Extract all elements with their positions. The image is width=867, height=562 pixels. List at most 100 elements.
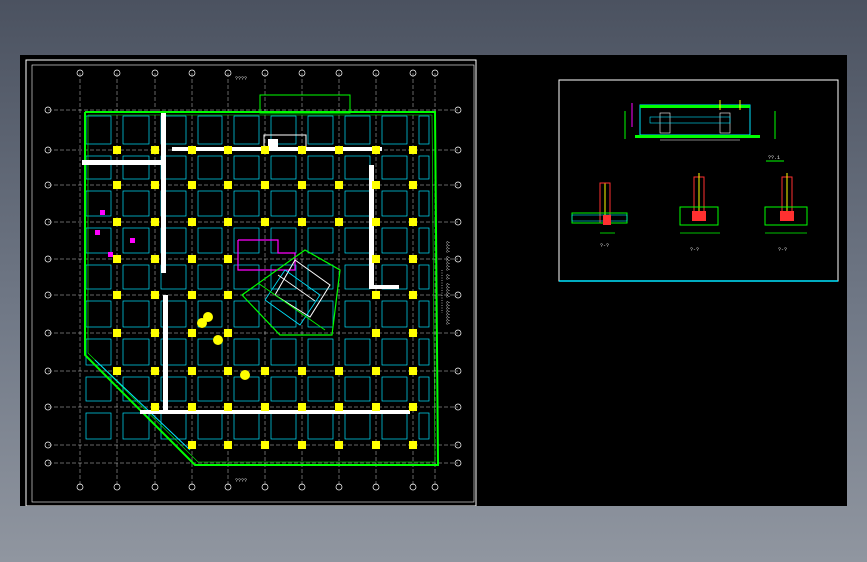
round-column bbox=[203, 312, 213, 322]
column bbox=[261, 403, 269, 411]
beam-bay bbox=[344, 190, 371, 217]
beam-bay bbox=[85, 300, 112, 328]
beam-bay bbox=[381, 412, 408, 440]
column bbox=[113, 181, 121, 189]
detail-2 bbox=[679, 173, 720, 234]
column bbox=[224, 441, 232, 449]
plan-frame bbox=[31, 64, 475, 503]
column bbox=[188, 367, 196, 375]
magenta-marker-4 bbox=[100, 210, 105, 215]
column bbox=[151, 403, 159, 411]
beam-bay bbox=[233, 412, 260, 440]
beam-bay bbox=[233, 376, 260, 402]
column bbox=[261, 181, 269, 189]
beam-bay bbox=[381, 300, 408, 328]
column bbox=[335, 218, 343, 226]
column bbox=[224, 218, 232, 226]
section-label: ??.1 bbox=[768, 155, 780, 161]
detail-label-2: ?-? bbox=[690, 247, 699, 253]
beam-bay bbox=[418, 264, 430, 290]
beam-bay bbox=[85, 190, 112, 217]
beam-bay bbox=[418, 300, 430, 328]
beam-bay bbox=[307, 190, 334, 217]
beam-bay bbox=[270, 338, 297, 366]
column bbox=[372, 403, 380, 411]
column bbox=[151, 291, 159, 299]
column bbox=[372, 441, 380, 449]
column bbox=[261, 441, 269, 449]
long-section bbox=[624, 100, 776, 141]
beam-bay bbox=[122, 227, 150, 254]
white-wall-bottom bbox=[140, 410, 410, 414]
beam-bay bbox=[418, 412, 430, 440]
beam-bay bbox=[344, 155, 371, 180]
beam-bay bbox=[418, 376, 430, 402]
beam-bay bbox=[307, 155, 334, 180]
column bbox=[335, 441, 343, 449]
beam-bay bbox=[270, 376, 297, 402]
column bbox=[409, 441, 417, 449]
column bbox=[372, 255, 380, 263]
column bbox=[151, 146, 159, 154]
beam-bay bbox=[85, 376, 112, 402]
column bbox=[224, 291, 232, 299]
beam-bay bbox=[122, 412, 150, 440]
column bbox=[409, 329, 417, 337]
magenta-marker-1 bbox=[95, 230, 100, 235]
column bbox=[372, 291, 380, 299]
beam-bay bbox=[122, 190, 150, 217]
column bbox=[224, 255, 232, 263]
column bbox=[372, 329, 380, 337]
column bbox=[298, 218, 306, 226]
beam-bay bbox=[418, 338, 430, 366]
column bbox=[188, 218, 196, 226]
column bbox=[224, 146, 232, 154]
column bbox=[151, 367, 159, 375]
beam-bay bbox=[307, 412, 334, 440]
beam-bay bbox=[233, 338, 260, 366]
detail-1 bbox=[571, 182, 628, 234]
column bbox=[335, 367, 343, 375]
beam-bay bbox=[122, 155, 150, 180]
beam-bay bbox=[344, 227, 371, 254]
beam-bay bbox=[85, 115, 112, 145]
column bbox=[409, 403, 417, 411]
cad-model-space[interactable]: ???? ???? ???????? ????? ?? ????? ???? ?… bbox=[20, 55, 847, 506]
beam-bay bbox=[344, 412, 371, 440]
beam-bay bbox=[418, 115, 430, 145]
column bbox=[188, 255, 196, 263]
beam-bay bbox=[122, 115, 150, 145]
column bbox=[409, 367, 417, 375]
column bbox=[188, 181, 196, 189]
beam-bay bbox=[197, 115, 223, 145]
column bbox=[409, 218, 417, 226]
column bbox=[298, 441, 306, 449]
column bbox=[224, 329, 232, 337]
magenta-marker-2 bbox=[130, 238, 135, 243]
beam-bay bbox=[85, 412, 112, 440]
beam-bay bbox=[344, 300, 371, 328]
column bbox=[113, 146, 121, 154]
column bbox=[188, 291, 196, 299]
column bbox=[372, 218, 380, 226]
beam-bay bbox=[381, 155, 408, 180]
column bbox=[224, 403, 232, 411]
axis-bubbles-left bbox=[44, 106, 52, 467]
column bbox=[151, 218, 159, 226]
column bbox=[298, 181, 306, 189]
plan-vertical-note: ???????? ????? ?? ????? ???? bbox=[446, 241, 452, 325]
plan-top-dimension: ???? bbox=[235, 76, 247, 82]
beam-bay bbox=[270, 155, 297, 180]
column bbox=[151, 329, 159, 337]
beam-bay bbox=[122, 300, 150, 328]
column bbox=[372, 146, 380, 154]
beam-bay bbox=[233, 155, 260, 180]
column bbox=[188, 329, 196, 337]
stair-block bbox=[259, 94, 351, 114]
plan-bottom-dimension: ???? bbox=[235, 478, 247, 484]
beam-bay bbox=[197, 376, 223, 402]
detail-label-1: ?-? bbox=[600, 243, 609, 249]
white-wall-bottom-left bbox=[163, 295, 168, 413]
beam-bay bbox=[233, 190, 260, 217]
column bbox=[335, 181, 343, 189]
